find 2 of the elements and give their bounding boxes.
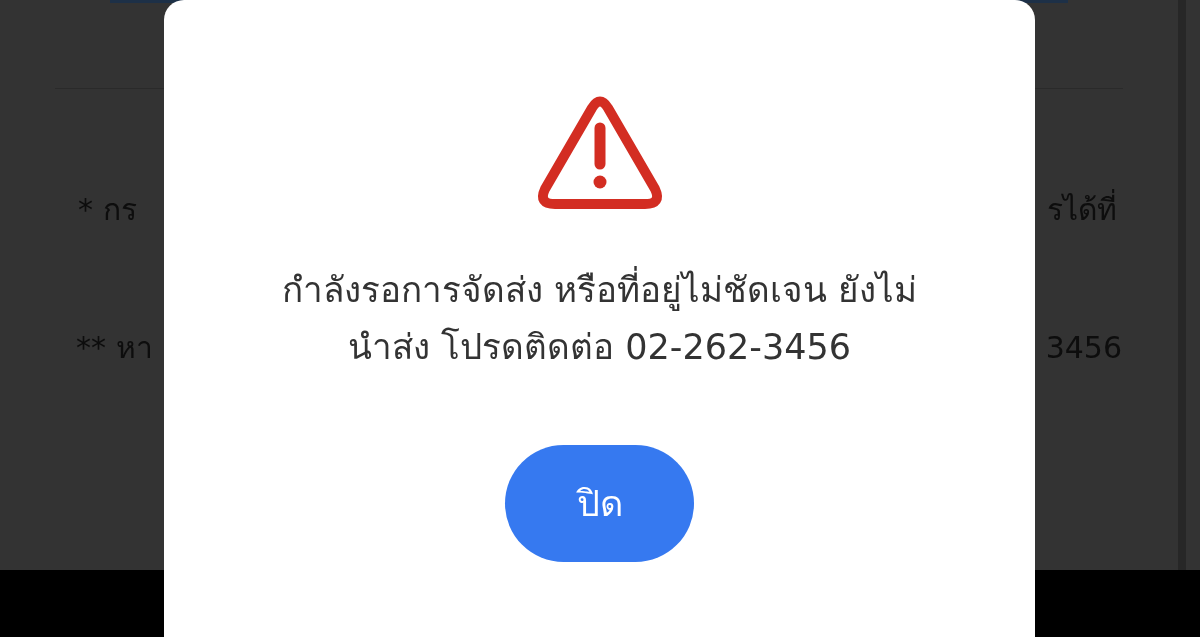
close-button[interactable]: ปิด xyxy=(505,445,694,562)
dialog-message: กำลังรอการจัดส่ง หรือที่อยู่ไม่ชัดเจน ยังไม่นำส่ง โปรดติดต่อ 02-262-3456 xyxy=(274,262,925,376)
